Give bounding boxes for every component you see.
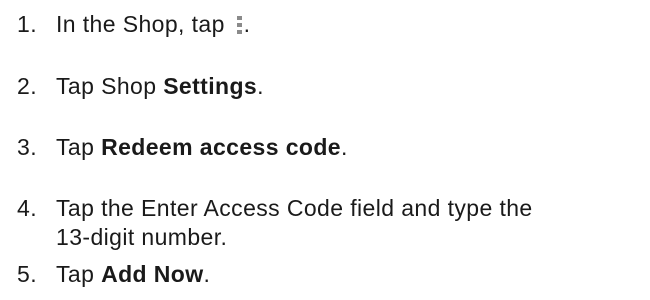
step-text-after: . bbox=[340, 134, 348, 160]
step-text-before: Tap Shop bbox=[56, 73, 164, 99]
step-text-after: . bbox=[203, 261, 211, 287]
step-text-after: . bbox=[257, 73, 264, 99]
step-number: 3. bbox=[17, 134, 37, 160]
step-text-bold: Add Now bbox=[101, 261, 204, 287]
step-text-before: In the Shop, tap bbox=[56, 11, 232, 37]
step-text: Tap the Enter Access Code field and type… bbox=[56, 194, 646, 252]
step-text-line-1: Tap the Enter Access Code field and type… bbox=[56, 195, 533, 221]
step-number: 5. bbox=[17, 261, 37, 287]
step-text-bold: Settings bbox=[163, 73, 258, 99]
more-options-icon bbox=[236, 16, 242, 34]
step-text: Tap Redeem access code. bbox=[56, 133, 646, 162]
step-number: 2. bbox=[17, 73, 37, 99]
step-text-after: . bbox=[243, 11, 251, 37]
step-text: Tap Shop Settings. bbox=[56, 72, 646, 101]
step-text-line-2: 13-digit number. bbox=[56, 224, 228, 250]
step-text: Tap Add Now. bbox=[56, 260, 646, 289]
step-number: 1. bbox=[17, 11, 37, 37]
step-text: In the Shop, tap . bbox=[56, 10, 646, 39]
step-text-before: Tap bbox=[56, 261, 102, 287]
step-number: 4. bbox=[17, 195, 37, 221]
step-text-before: Tap bbox=[56, 134, 102, 160]
step-text-bold: Redeem access code bbox=[101, 134, 341, 160]
